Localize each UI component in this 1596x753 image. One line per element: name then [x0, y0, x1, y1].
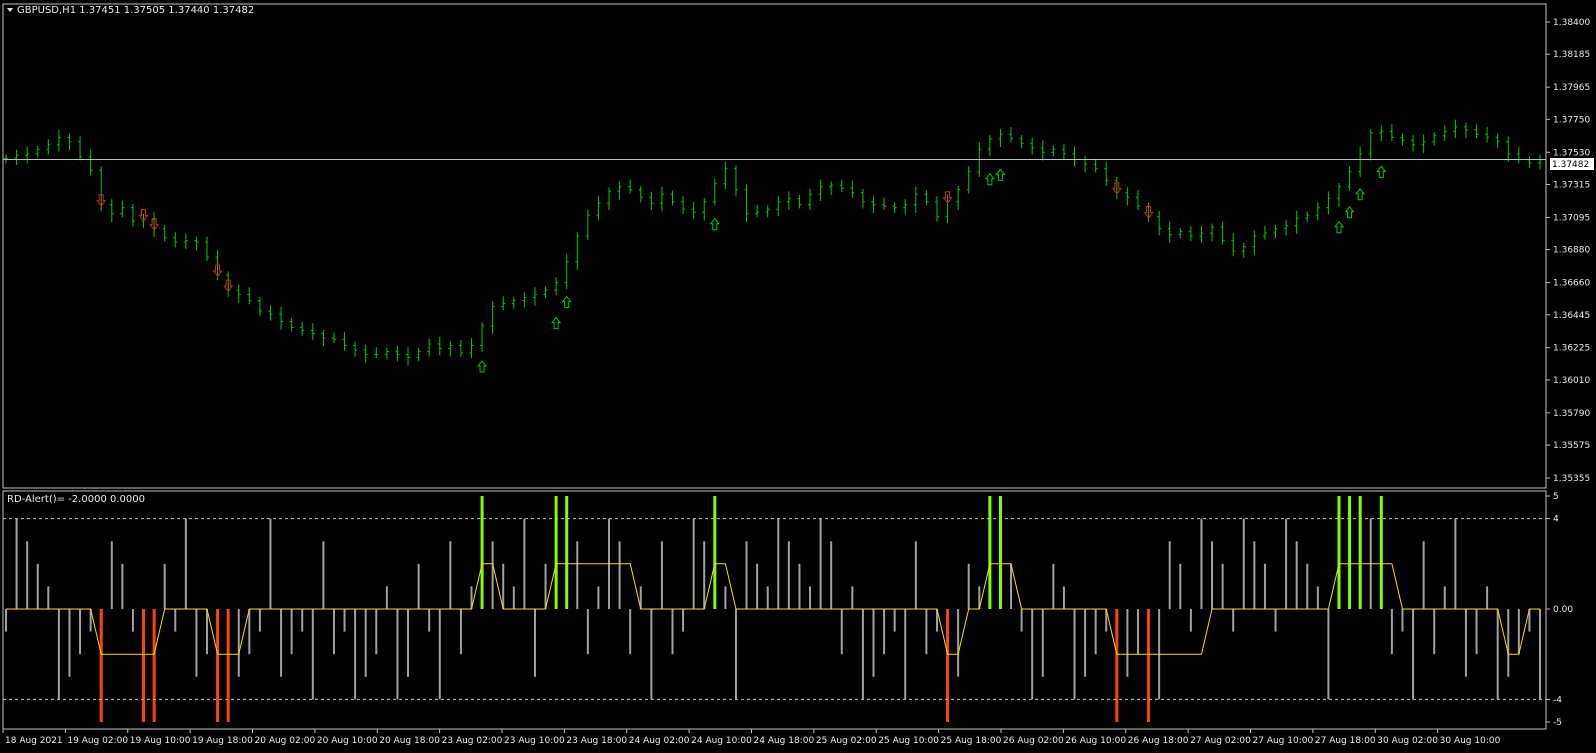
- current-price-tag: 1.37482: [1552, 160, 1589, 170]
- time-label: 26 Aug 02:00: [1003, 736, 1064, 746]
- price-label: 1.35575: [1553, 441, 1590, 451]
- time-label: 25 Aug 10:00: [878, 736, 939, 746]
- price-label: 1.38185: [1553, 50, 1590, 60]
- price-label: 1.36010: [1553, 376, 1590, 386]
- time-label: 24 Aug 18:00: [754, 736, 815, 746]
- time-label: 20 Aug 18:00: [379, 736, 440, 746]
- price-label: 1.37530: [1553, 148, 1590, 158]
- time-label: 30 Aug 10:00: [1440, 736, 1501, 746]
- time-label: 19 Aug 18:00: [192, 736, 253, 746]
- indicator-level-label: -5: [1553, 718, 1562, 728]
- time-label: 27 Aug 18:00: [1315, 736, 1376, 746]
- indicator-info: RD-Alert()= -2.0000 0.0000: [7, 494, 145, 505]
- price-label: 1.35355: [1553, 474, 1590, 484]
- indicator-level-label: 0.00: [1553, 605, 1573, 615]
- chart-window[interactable]: 1.38400 1.38185 1.37965 1.37750 1.37530 1.373…: [0, 0, 1596, 753]
- time-label: 24 Aug 02:00: [629, 736, 690, 746]
- price-label: 1.35790: [1553, 409, 1590, 419]
- symbol-info: GBPUSD,H1 1.37451 1.37505 1.37440 1.3748…: [17, 5, 254, 16]
- indicator-level-label: 4: [1553, 515, 1559, 525]
- indicator-level-label: -4: [1553, 695, 1562, 705]
- price-label: 1.37965: [1553, 83, 1590, 93]
- price-label: 1.36445: [1553, 311, 1590, 321]
- time-label: 27 Aug 10:00: [1253, 736, 1314, 746]
- time-label: 20 Aug 02:00: [255, 736, 316, 746]
- time-label: 25 Aug 18:00: [941, 736, 1002, 746]
- price-axis: 1.38400 1.38185 1.37965 1.37750 1.37530 1.373…: [1546, 18, 1590, 484]
- price-label: 1.38400: [1553, 18, 1590, 28]
- time-label: 23 Aug 10:00: [504, 736, 565, 746]
- price-label: 1.36660: [1553, 279, 1590, 289]
- price-label: 1.37095: [1553, 213, 1590, 223]
- price-label: 1.36880: [1553, 246, 1590, 256]
- time-label: 30 Aug 02:00: [1377, 736, 1438, 746]
- price-label: 1.36225: [1553, 344, 1590, 354]
- price-label: 1.37750: [1553, 115, 1590, 125]
- indicator-level-label: 5: [1553, 492, 1559, 502]
- price-label: 1.37315: [1553, 180, 1590, 190]
- time-label: 26 Aug 18:00: [1128, 736, 1189, 746]
- time-label: 25 Aug 02:00: [816, 736, 877, 746]
- time-label: 26 Aug 10:00: [1065, 736, 1126, 746]
- time-label: 24 Aug 10:00: [691, 736, 752, 746]
- time-label: 18 Aug 2021: [5, 736, 63, 746]
- time-label: 19 Aug 02:00: [67, 736, 128, 746]
- time-label: 23 Aug 18:00: [566, 736, 627, 746]
- time-label: 19 Aug 10:00: [130, 736, 191, 746]
- time-label: 20 Aug 10:00: [317, 736, 378, 746]
- time-label: 23 Aug 02:00: [442, 736, 503, 746]
- time-label: 27 Aug 02:00: [1190, 736, 1251, 746]
